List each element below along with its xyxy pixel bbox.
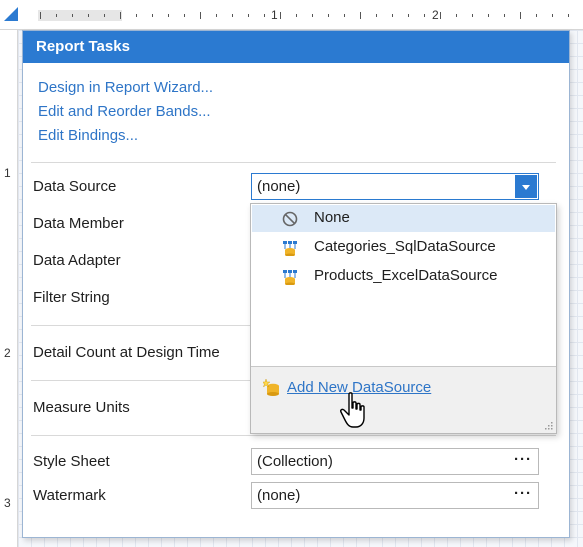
dropdown-item-label: Products_ExcelDataSource xyxy=(314,267,498,284)
datasource-icon xyxy=(283,270,297,285)
ruler-tick xyxy=(184,14,185,17)
ruler-mark-2: 2 xyxy=(432,8,439,22)
separator xyxy=(31,435,556,436)
ruler-tick xyxy=(328,14,329,17)
dropdown-item-label: Categories_SqlDataSource xyxy=(314,238,496,255)
ruler-mark-1: 1 xyxy=(271,8,278,22)
detail-count-label: Detail Count at Design Time xyxy=(33,344,220,361)
separator xyxy=(31,162,556,163)
ruler-tick xyxy=(488,14,489,17)
ruler-tick xyxy=(312,14,313,17)
ruler-tick xyxy=(232,14,233,17)
ruler-tick xyxy=(344,14,345,17)
ruler-tick xyxy=(72,14,73,17)
watermark-label: Watermark xyxy=(33,487,106,504)
ruler-tick xyxy=(168,14,169,17)
data-source-combo[interactable]: (none) xyxy=(251,173,539,200)
ruler-tick xyxy=(456,14,457,17)
ruler-tick xyxy=(40,12,41,19)
style-sheet-label: Style Sheet xyxy=(33,453,110,470)
dropdown-item-products[interactable]: Products_ExcelDataSource xyxy=(252,263,555,290)
ruler-tick xyxy=(216,14,217,17)
ruler-tick xyxy=(424,14,425,17)
ruler-tick xyxy=(440,12,441,19)
resize-grip-icon[interactable] xyxy=(543,420,553,430)
ruler-tick xyxy=(200,12,201,19)
none-icon xyxy=(282,211,298,227)
dropdown-item-label: None xyxy=(314,209,350,226)
vruler-mark-3: 3 xyxy=(4,496,11,510)
ruler-tick xyxy=(360,12,361,19)
ruler-tick xyxy=(264,14,265,17)
ruler-tick xyxy=(280,12,281,19)
hand-cursor-icon xyxy=(340,392,365,428)
ruler-tick xyxy=(136,14,137,17)
datasource-icon xyxy=(283,241,297,256)
add-datasource-icon xyxy=(263,379,279,396)
chevron-down-icon xyxy=(522,185,530,190)
data-source-dropdown: None Categories_SqlDataSource Products_E… xyxy=(250,203,557,434)
data-source-value: (none) xyxy=(257,178,301,195)
ruler-tick xyxy=(520,12,521,19)
style-sheet-field[interactable]: (Collection) ··· xyxy=(251,448,539,475)
watermark-field[interactable]: (none) ··· xyxy=(251,482,539,509)
ruler-tick xyxy=(296,14,297,17)
ruler-tick xyxy=(376,14,377,17)
dropdown-item-none[interactable]: None xyxy=(252,205,555,232)
ruler-tick xyxy=(88,14,89,17)
dropdown-footer: Add New DataSource xyxy=(251,366,556,433)
ruler-tick xyxy=(104,14,105,17)
data-member-label: Data Member xyxy=(33,215,124,232)
watermark-value: (none) xyxy=(257,487,301,504)
ruler-tick xyxy=(248,14,249,17)
vertical-ruler: 1 2 3 xyxy=(0,30,18,547)
edit-bindings-link[interactable]: Edit Bindings... xyxy=(38,127,138,144)
vruler-mark-1: 1 xyxy=(4,166,11,180)
style-sheet-value: (Collection) xyxy=(257,453,333,470)
dropdown-button[interactable] xyxy=(515,175,537,198)
panel-title: Report Tasks xyxy=(23,31,569,63)
measure-units-label: Measure Units xyxy=(33,399,130,416)
style-sheet-ellipsis-button[interactable]: ··· xyxy=(514,451,532,468)
ruler-tick xyxy=(536,14,537,17)
ruler-tick xyxy=(472,14,473,17)
ruler-tick xyxy=(568,14,569,17)
design-in-report-wizard-link[interactable]: Design in Report Wizard... xyxy=(38,79,213,96)
vruler-mark-2: 2 xyxy=(4,346,11,360)
ruler-tick xyxy=(152,14,153,17)
horizontal-ruler: 1 2 xyxy=(0,0,583,30)
filter-string-label: Filter String xyxy=(33,289,110,306)
ruler-tick xyxy=(552,14,553,17)
ruler-ticks xyxy=(40,12,569,19)
ruler-tick xyxy=(56,14,57,17)
edit-reorder-bands-link[interactable]: Edit and Reorder Bands... xyxy=(38,103,211,120)
data-source-label: Data Source xyxy=(33,178,117,195)
data-adapter-label: Data Adapter xyxy=(33,252,121,269)
ruler-tick xyxy=(408,14,409,17)
dropdown-item-categories[interactable]: Categories_SqlDataSource xyxy=(252,234,555,261)
watermark-ellipsis-button[interactable]: ··· xyxy=(514,485,532,502)
ruler-tick xyxy=(504,14,505,17)
ruler-tick xyxy=(392,14,393,17)
ruler-tick xyxy=(120,12,121,19)
